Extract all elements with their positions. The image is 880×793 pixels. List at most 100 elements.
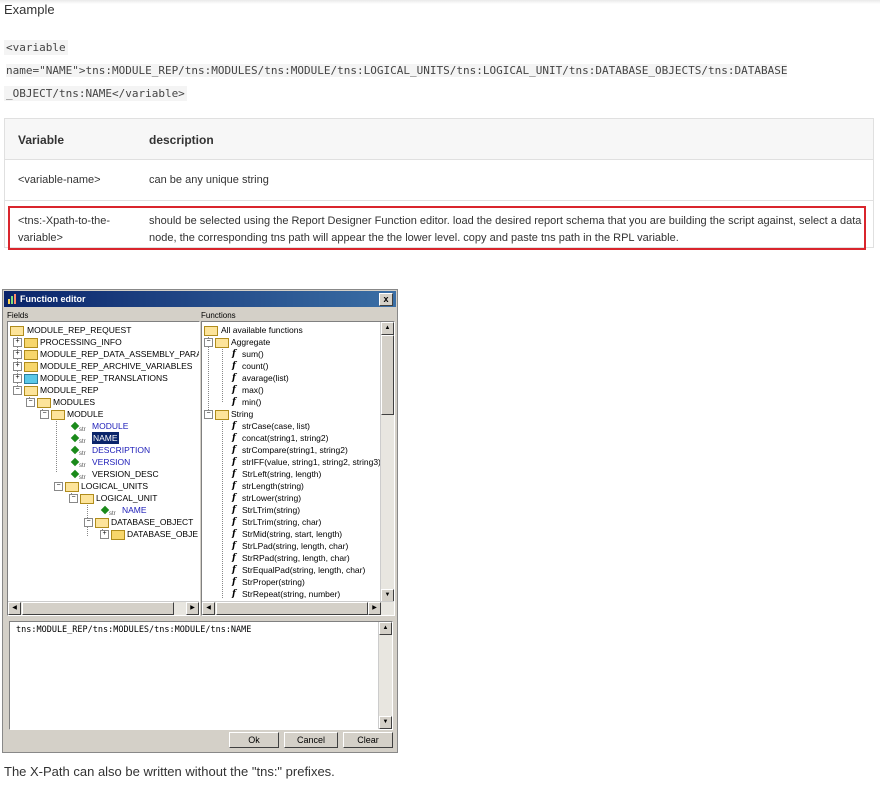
functions-tree-panel[interactable]: All available functions − Aggregate f sum(… — [201, 321, 395, 616]
top-shadow — [0, 0, 880, 4]
ok-button[interactable]: Ok — [229, 732, 279, 748]
string-field-icon: str — [100, 505, 118, 517]
close-button[interactable]: x — [379, 293, 393, 306]
collapse-minus-icon[interactable]: − — [69, 494, 78, 503]
folder-open-icon — [24, 386, 38, 396]
cancel-button[interactable]: Cancel — [284, 732, 338, 748]
functions-label: Functions — [201, 311, 236, 320]
string-field-icon: str — [70, 445, 88, 457]
functions-horizontal-scrollbar[interactable]: ◀ ▶ — [202, 601, 394, 615]
table-cell-description: should be selected using the Report Desi… — [149, 215, 862, 244]
collapse-minus-icon[interactable]: − — [204, 338, 213, 347]
function-icon: f — [232, 457, 236, 467]
tree-line — [56, 416, 57, 472]
function-folder-icon — [204, 326, 218, 336]
table-cell-description: can be any unique string — [149, 174, 269, 186]
expression-vertical-scrollbar[interactable]: ▲ ▼ — [378, 622, 392, 729]
function-icon: f — [232, 529, 236, 539]
collapse-minus-icon[interactable]: − — [40, 410, 49, 419]
chart-icon — [8, 294, 16, 304]
functions-vertical-scrollbar[interactable]: ▲ ▼ — [380, 322, 394, 602]
table-cell-variable: <tns:-Xpath-to-the-variable> — [18, 215, 111, 244]
expand-plus-icon[interactable]: + — [13, 362, 22, 371]
tree-line — [222, 418, 223, 598]
scroll-up-icon[interactable]: ▲ — [381, 322, 394, 335]
collapse-minus-icon[interactable]: − — [54, 482, 63, 491]
table-cell-variable: <variable-name> — [18, 174, 101, 186]
function-icon: f — [232, 589, 236, 599]
clear-button[interactable]: Clear — [343, 732, 393, 748]
function-icon: f — [232, 481, 236, 491]
variables-table: Variable description <variable-name> can… — [4, 118, 874, 250]
function-folder-icon — [215, 410, 229, 420]
folder-icon — [24, 350, 38, 360]
function-icon: f — [232, 541, 236, 551]
function-icon: f — [232, 385, 236, 395]
function-icon: f — [232, 577, 236, 587]
expand-plus-icon[interactable]: + — [13, 374, 22, 383]
scroll-right-icon[interactable]: ▶ — [368, 602, 381, 615]
fields-tree-panel[interactable]: MODULE_REP_REQUEST + PROCESSING_INFO + MOD… — [7, 321, 200, 616]
function-icon: f — [232, 349, 236, 359]
expand-plus-icon[interactable]: + — [13, 350, 22, 359]
table-row: <variable-name> can be any unique string — [5, 160, 873, 201]
function-icon: f — [232, 397, 236, 407]
folder-open-icon — [65, 482, 79, 492]
code-line-3: _OBJECT/tns:NAME</variable> — [4, 86, 187, 101]
table-header-description: description — [149, 133, 214, 147]
function-editor-window: Function editor x Fields Functions MODUL… — [2, 289, 398, 753]
fields-horizontal-scrollbar[interactable]: ◀ ▶ — [8, 601, 199, 615]
function-icon: f — [232, 517, 236, 527]
expand-plus-icon[interactable]: + — [100, 530, 109, 539]
expression-textarea[interactable]: tns:MODULE_REP/tns:MODULES/tns:MODULE/tn… — [9, 621, 393, 730]
table-header-row: Variable description — [5, 119, 873, 160]
function-folder-icon — [215, 338, 229, 348]
fields-label: Fields — [7, 311, 29, 320]
scroll-thumb[interactable] — [216, 602, 368, 615]
code-line-1: <variable — [4, 40, 68, 55]
table-folder-icon — [111, 530, 125, 540]
folder-icon — [24, 374, 38, 384]
scroll-down-icon[interactable]: ▼ — [379, 716, 392, 729]
table-header-variable: Variable — [18, 133, 65, 147]
scroll-left-icon[interactable]: ◀ — [202, 602, 215, 615]
function-icon: f — [232, 505, 236, 515]
folder-icon — [24, 362, 38, 372]
scroll-up-icon[interactable]: ▲ — [379, 622, 392, 635]
folder-open-icon — [51, 410, 65, 420]
collapse-minus-icon[interactable]: − — [84, 518, 93, 527]
collapse-minus-icon[interactable]: − — [13, 386, 22, 395]
window-title: Function editor — [20, 294, 86, 304]
scroll-thumb[interactable] — [381, 335, 394, 415]
function-icon: f — [232, 469, 236, 479]
folder-open-icon — [80, 494, 94, 504]
table-row-highlighted: <tns:-Xpath-to-the-variable> should be s… — [5, 201, 873, 250]
folder-open-icon — [37, 398, 51, 408]
function-icon: f — [232, 373, 236, 383]
function-icon: f — [232, 493, 236, 503]
expression-text: tns:MODULE_REP/tns:MODULES/tns:MODULE/tn… — [16, 625, 252, 635]
expand-plus-icon[interactable]: + — [13, 338, 22, 347]
function-icon: f — [232, 433, 236, 443]
string-field-icon: str — [70, 469, 88, 481]
function-icon: f — [232, 445, 236, 455]
folder-open-icon — [10, 326, 24, 336]
title-bar: Function editor x — [4, 291, 396, 307]
folder-icon — [24, 338, 38, 348]
scroll-thumb[interactable] — [22, 602, 174, 615]
code-line-2: name="NAME">tns:MODULE_REP/tns:MODULES/t… — [4, 63, 789, 78]
string-field-icon: str — [70, 457, 88, 469]
scroll-left-icon[interactable]: ◀ — [8, 602, 21, 615]
collapse-minus-icon[interactable]: − — [204, 410, 213, 419]
function-icon: f — [232, 421, 236, 431]
scroll-right-icon[interactable]: ▶ — [186, 602, 199, 615]
section-heading: Example — [4, 2, 55, 17]
function-icon: f — [232, 553, 236, 563]
tree-line — [222, 346, 223, 402]
code-line-2-text: name="NAME">tns:MODULE_REP/tns:MODULES/t… — [6, 64, 788, 77]
collapse-minus-icon[interactable]: − — [26, 398, 35, 407]
footer-note: The X-Path can also be written without t… — [4, 764, 335, 779]
folder-open-icon — [95, 518, 109, 528]
string-field-icon: str — [70, 433, 88, 445]
function-icon: f — [232, 361, 236, 371]
